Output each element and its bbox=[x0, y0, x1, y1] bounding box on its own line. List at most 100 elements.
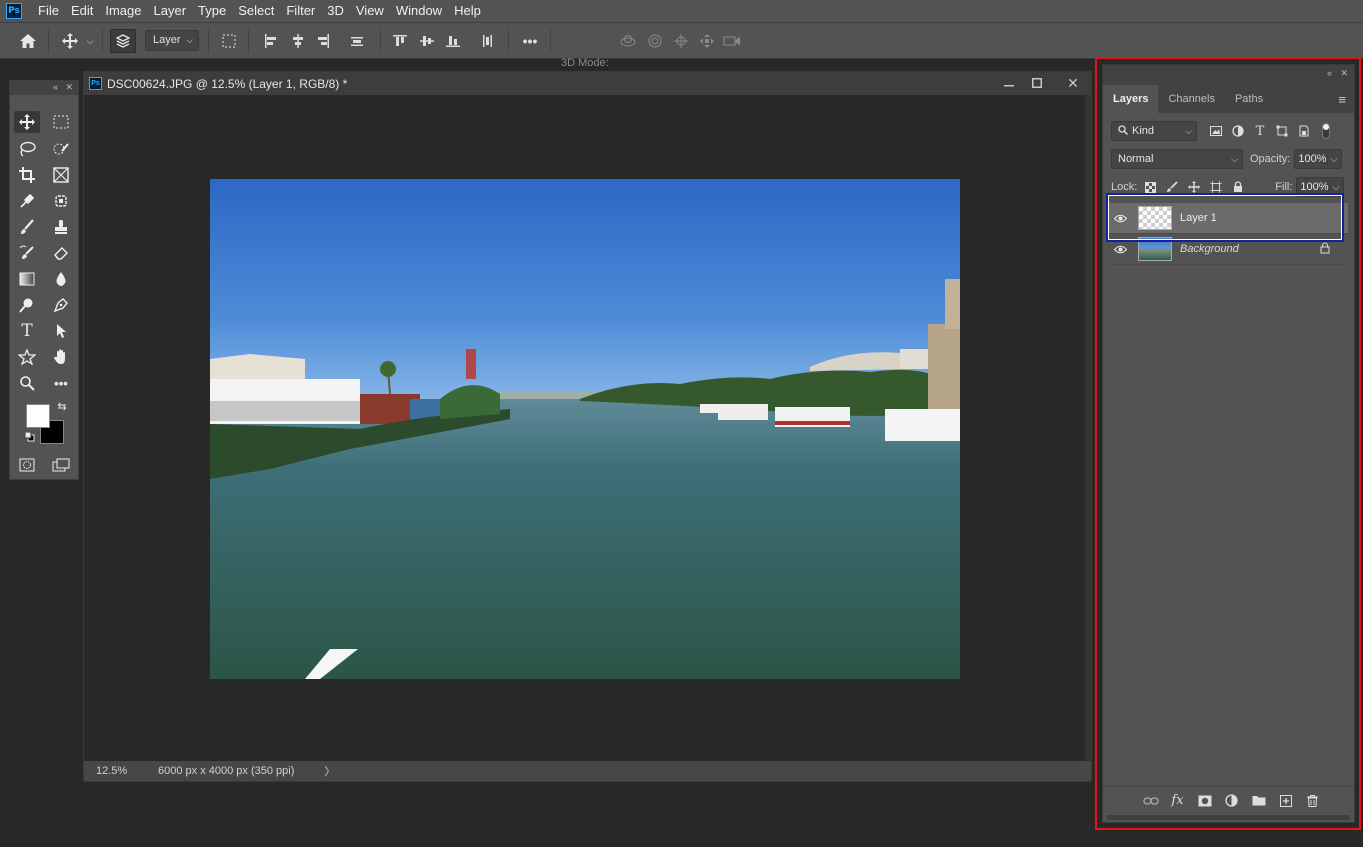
document-image[interactable] bbox=[210, 179, 960, 679]
align-right-icon[interactable] bbox=[314, 31, 332, 51]
quick-selection-tool-icon[interactable] bbox=[48, 138, 74, 160]
menu-image[interactable]: Image bbox=[99, 0, 147, 22]
new-layer-icon[interactable] bbox=[1272, 792, 1299, 810]
blur-tool-icon[interactable] bbox=[48, 268, 74, 290]
menu-filter[interactable]: Filter bbox=[280, 0, 321, 22]
link-layers-icon[interactable] bbox=[1137, 792, 1164, 810]
brush-tool-icon[interactable] bbox=[14, 216, 40, 238]
tools-panel-header[interactable]: « ✕ bbox=[10, 81, 78, 95]
vertical-scrollbar[interactable] bbox=[1085, 95, 1091, 761]
layers-panel-header[interactable]: « ✕ bbox=[1103, 65, 1354, 85]
custom-shape-tool-icon[interactable] bbox=[14, 346, 40, 368]
align-horizontal-center-icon[interactable] bbox=[289, 31, 307, 51]
menu-select[interactable]: Select bbox=[232, 0, 280, 22]
crop-tool-icon[interactable] bbox=[14, 164, 40, 186]
panel-menu-icon[interactable]: ≡ bbox=[1338, 92, 1346, 107]
frame-tool-icon[interactable] bbox=[48, 164, 74, 186]
tab-paths[interactable]: Paths bbox=[1225, 85, 1273, 113]
align-bottom-icon[interactable] bbox=[444, 31, 462, 51]
type-layer-filter-icon[interactable]: T bbox=[1249, 122, 1271, 140]
swap-colors-icon[interactable]: ⇆ bbox=[55, 399, 69, 413]
show-transform-controls-icon[interactable] bbox=[218, 31, 240, 51]
eraser-tool-icon[interactable] bbox=[48, 242, 74, 264]
photoshop-logo-icon[interactable]: Ps bbox=[6, 3, 22, 19]
menu-type[interactable]: Type bbox=[192, 0, 232, 22]
menu-window[interactable]: Window bbox=[390, 0, 448, 22]
clone-stamp-tool-icon[interactable] bbox=[48, 216, 74, 238]
hand-tool-icon[interactable] bbox=[48, 346, 74, 368]
horizontal-scrollbar[interactable] bbox=[1107, 815, 1350, 820]
chevron-down-icon: ⌵ bbox=[1185, 125, 1192, 136]
pen-tool-icon[interactable] bbox=[48, 294, 74, 316]
adjustment-layer-filter-icon[interactable] bbox=[1227, 122, 1249, 140]
opacity-field[interactable]: 100% ⌵ bbox=[1294, 149, 1343, 169]
align-top-icon[interactable] bbox=[391, 31, 409, 51]
gradient-tool-icon[interactable] bbox=[14, 268, 40, 290]
move-tool-icon[interactable] bbox=[59, 31, 81, 51]
delete-layer-trash-icon[interactable] bbox=[1299, 792, 1326, 810]
maximize-icon[interactable] bbox=[1027, 75, 1047, 91]
filter-kind-dropdown[interactable]: Kind ⌵ bbox=[1111, 121, 1197, 141]
align-left-icon[interactable] bbox=[262, 31, 280, 51]
quick-mask-icon[interactable] bbox=[14, 454, 40, 476]
opacity-value: 100% bbox=[1298, 153, 1327, 165]
tool-preset-chevron-icon[interactable]: ⌵ bbox=[84, 31, 96, 51]
align-vertical-center-icon[interactable] bbox=[418, 31, 436, 51]
chevron-down-icon[interactable]: ⌵ bbox=[1328, 181, 1339, 193]
chevron-down-icon[interactable]: ⌵ bbox=[1326, 153, 1337, 165]
auto-select-icon[interactable] bbox=[110, 29, 136, 53]
home-icon[interactable] bbox=[16, 31, 40, 51]
zoom-tool-icon[interactable] bbox=[14, 372, 40, 394]
marquee-tool-icon[interactable] bbox=[48, 111, 74, 133]
more-options-icon[interactable]: ••• bbox=[519, 31, 541, 51]
status-menu-arrow-icon[interactable]: 〉 bbox=[324, 763, 335, 779]
smart-object-filter-icon[interactable] bbox=[1293, 122, 1315, 140]
layer-name[interactable]: Background bbox=[1180, 243, 1239, 255]
tab-layers[interactable]: Layers bbox=[1103, 85, 1159, 113]
move-tool-icon[interactable] bbox=[14, 111, 40, 133]
photoshop-file-icon: Ps bbox=[89, 77, 102, 90]
zoom-level[interactable]: 12.5% bbox=[96, 765, 154, 777]
menu-3d[interactable]: 3D bbox=[321, 0, 350, 22]
close-icon[interactable]: ✕ bbox=[65, 82, 73, 93]
pan-3d-icon bbox=[671, 31, 691, 51]
status-bar: 12.5% 6000 px x 4000 px (350 ppi) 〉 bbox=[84, 761, 1091, 781]
history-brush-tool-icon[interactable] bbox=[14, 242, 40, 264]
dodge-tool-icon[interactable] bbox=[14, 294, 40, 316]
document-tab[interactable]: Ps DSC00624.JPG @ 12.5% (Layer 1, RGB/8)… bbox=[84, 72, 1091, 95]
minimize-icon[interactable] bbox=[999, 75, 1019, 91]
options-bar: ⌵ ••• 3D Mode: bbox=[0, 22, 1363, 69]
auto-select-target-dropdown[interactable]: Layer ⌵ bbox=[145, 30, 199, 51]
menu-help[interactable]: Help bbox=[448, 0, 487, 22]
layer-style-fx-icon[interactable]: fx bbox=[1164, 792, 1191, 810]
menu-view[interactable]: View bbox=[350, 0, 390, 22]
collapse-arrows-icon[interactable]: « bbox=[1327, 68, 1332, 78]
tab-channels[interactable]: Channels bbox=[1158, 85, 1224, 113]
healing-brush-tool-icon[interactable] bbox=[48, 190, 74, 212]
menu-layer[interactable]: Layer bbox=[148, 0, 193, 22]
visibility-eye-icon[interactable] bbox=[1108, 245, 1132, 254]
search-icon bbox=[1118, 124, 1129, 138]
blend-mode-dropdown[interactable]: Normal ⌵ bbox=[1111, 149, 1243, 169]
add-mask-icon[interactable] bbox=[1191, 792, 1218, 810]
collapse-arrows-icon[interactable]: « bbox=[53, 82, 58, 92]
pixel-layer-filter-icon[interactable] bbox=[1205, 122, 1227, 140]
default-colors-icon[interactable] bbox=[23, 430, 37, 444]
filter-toggle-icon[interactable] bbox=[1315, 122, 1337, 140]
new-group-folder-icon[interactable] bbox=[1245, 792, 1272, 810]
edit-toolbar-icon[interactable]: ••• bbox=[48, 372, 74, 394]
distribute-vertical-icon[interactable] bbox=[478, 31, 496, 51]
eyedropper-tool-icon[interactable] bbox=[14, 190, 40, 212]
close-icon[interactable]: ✕ bbox=[1063, 75, 1083, 91]
foreground-color-swatch[interactable] bbox=[26, 404, 50, 428]
menu-edit[interactable]: Edit bbox=[65, 0, 99, 22]
type-tool-icon[interactable]: T bbox=[14, 320, 40, 342]
close-icon[interactable]: ✕ bbox=[1340, 68, 1348, 79]
shape-layer-filter-icon[interactable] bbox=[1271, 122, 1293, 140]
menu-file[interactable]: File bbox=[32, 0, 65, 22]
distribute-horizontal-icon[interactable] bbox=[348, 31, 366, 51]
path-selection-tool-icon[interactable] bbox=[48, 320, 74, 342]
lasso-tool-icon[interactable] bbox=[14, 138, 40, 160]
screen-mode-icon[interactable] bbox=[48, 454, 74, 476]
new-adjustment-layer-icon[interactable] bbox=[1218, 792, 1245, 810]
